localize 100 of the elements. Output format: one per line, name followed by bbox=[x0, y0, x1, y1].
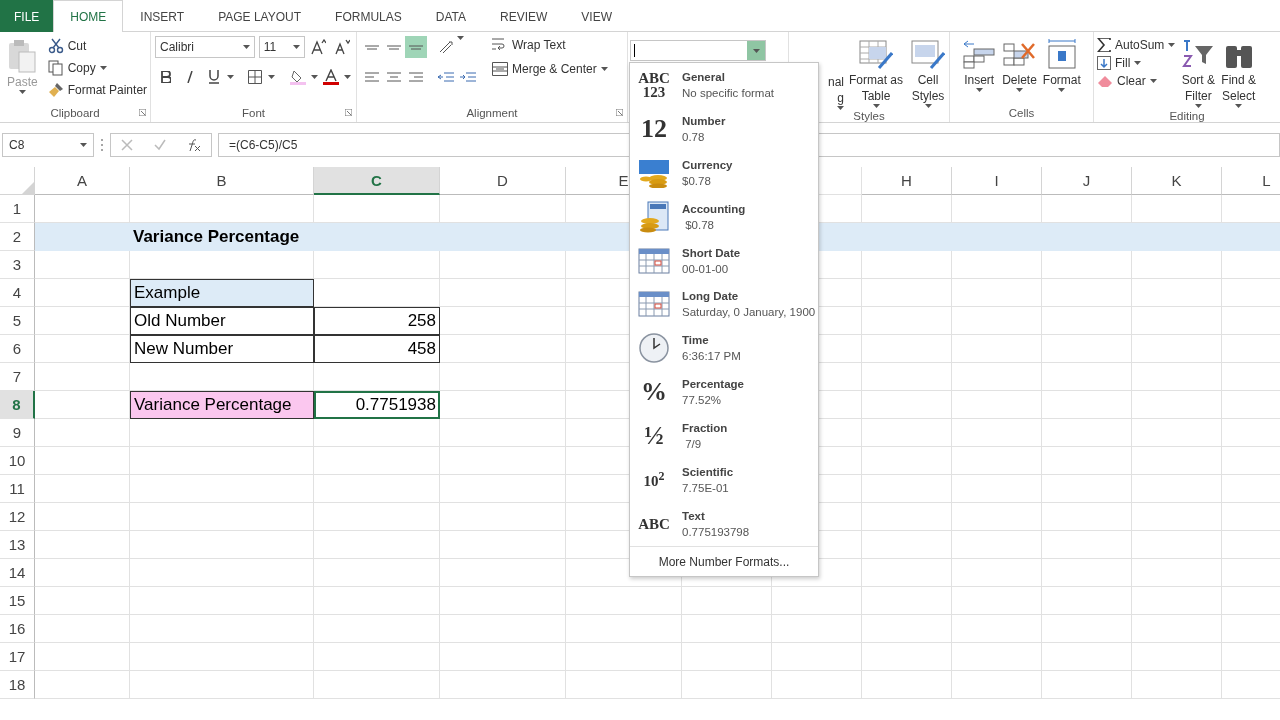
font-name-field[interactable]: Calibri bbox=[155, 36, 255, 58]
column-header[interactable]: C bbox=[314, 167, 440, 195]
menu-item[interactable]: Accounting $0.78 bbox=[630, 194, 818, 239]
menu-item[interactable]: Short Date 00-01-00 bbox=[630, 238, 818, 283]
caret-icon bbox=[1149, 79, 1157, 83]
dropdown-button[interactable] bbox=[747, 41, 765, 60]
row-header[interactable]: 10 bbox=[0, 447, 35, 475]
caret-icon bbox=[837, 106, 844, 110]
group-label: Font bbox=[151, 104, 356, 122]
menu-item[interactable]: ABC Text 0.775193798 bbox=[630, 502, 818, 546]
autosum-button[interactable]: AutoSum bbox=[1094, 36, 1179, 54]
ribbon-tab[interactable]: REVIEW bbox=[483, 0, 565, 32]
row-header[interactable]: 18 bbox=[0, 671, 35, 699]
number-format-field[interactable] bbox=[630, 40, 766, 61]
delete-button[interactable]: Delete bbox=[999, 36, 1040, 104]
row-header[interactable]: 4 bbox=[0, 279, 35, 307]
file-tab[interactable]: FILE bbox=[0, 0, 54, 32]
column-header[interactable]: J bbox=[1042, 167, 1132, 195]
row-header[interactable]: 3 bbox=[0, 251, 35, 279]
clear-button[interactable]: Clear bbox=[1094, 72, 1179, 90]
ribbon-tab[interactable]: PAGE LAYOUT bbox=[201, 0, 319, 32]
fill-button[interactable]: Fill bbox=[1094, 54, 1179, 72]
row-header[interactable]: 9 bbox=[0, 419, 35, 447]
format-symbol: ½ bbox=[643, 419, 665, 452]
group-label: Alignment bbox=[357, 104, 627, 122]
menu-item[interactable]: 10$^{2}$ Scientific 7.75E-01 bbox=[630, 458, 818, 503]
row-header[interactable]: 14 bbox=[0, 559, 35, 587]
angled-text-icon bbox=[438, 40, 454, 54]
row-header[interactable]: 13 bbox=[0, 531, 35, 559]
table-cell: Example bbox=[130, 279, 314, 307]
ribbon-tab[interactable]: FORMULAS bbox=[318, 0, 419, 32]
eraser-icon bbox=[1097, 75, 1113, 87]
table-cell: New Number bbox=[130, 335, 314, 363]
cell-styles-button[interactable]: Cell Styles bbox=[908, 36, 948, 110]
merge-cells-icon bbox=[492, 62, 508, 76]
row-header[interactable]: 11 bbox=[0, 475, 35, 503]
align-middle-icon bbox=[387, 44, 401, 50]
row-header[interactable]: 6 bbox=[0, 335, 35, 363]
bottom-align-button[interactable] bbox=[405, 36, 427, 58]
caret-icon bbox=[1194, 104, 1202, 108]
format-button[interactable]: Format bbox=[1039, 36, 1084, 104]
column-header[interactable]: A bbox=[35, 167, 130, 195]
caret-icon bbox=[268, 75, 275, 79]
format-symbol: 12 bbox=[640, 112, 668, 145]
dialog-launcher-icon bbox=[139, 109, 146, 116]
align-top-icon bbox=[365, 44, 379, 50]
cell-styles-icon bbox=[911, 38, 945, 72]
insert-button[interactable]: Insert bbox=[959, 36, 1000, 104]
column-header[interactable]: I bbox=[952, 167, 1042, 195]
ribbon-tab[interactable]: HOME bbox=[53, 0, 124, 32]
row-header[interactable]: 16 bbox=[0, 615, 35, 643]
scissors-icon bbox=[47, 38, 64, 54]
wrap-text-button[interactable]: Wrap Text bbox=[489, 36, 611, 54]
name-box[interactable]: C8 bbox=[2, 133, 94, 157]
ribbon-tab[interactable]: VIEW bbox=[564, 0, 629, 32]
format-as-table-button[interactable]: Format as Table bbox=[846, 36, 906, 110]
caret-icon bbox=[924, 104, 932, 108]
group-label: Editing bbox=[1168, 110, 1206, 122]
format-symbol: ABC 123 bbox=[637, 68, 671, 102]
row-header[interactable]: 15 bbox=[0, 587, 35, 615]
fill-down-icon bbox=[1097, 56, 1111, 70]
menu-item[interactable]: Long Date Saturday, 0 January, 1900 bbox=[630, 282, 818, 327]
row-header[interactable]: 8 bbox=[0, 391, 35, 419]
column-header[interactable]: D bbox=[440, 167, 566, 195]
find-select-button[interactable]: Find & Select bbox=[1218, 36, 1260, 110]
menu-item[interactable]: Time 6:36:17 PM bbox=[630, 326, 818, 371]
font-color-button[interactable] bbox=[320, 66, 342, 88]
outdent-icon bbox=[438, 71, 454, 83]
column-header[interactable]: H bbox=[862, 167, 952, 195]
row-header[interactable]: 12 bbox=[0, 503, 35, 531]
align-left-icon bbox=[365, 71, 379, 83]
font-grow-icon bbox=[310, 39, 327, 55]
caret-icon bbox=[344, 75, 351, 79]
format-painter-button[interactable]: Format Painter bbox=[44, 80, 151, 100]
ribbon-tab[interactable]: DATA bbox=[418, 0, 483, 32]
menu-item[interactable]: % Percentage 77.52% bbox=[630, 370, 818, 415]
column-header[interactable]: L bbox=[1222, 167, 1280, 195]
cut-button[interactable]: Cut bbox=[44, 36, 151, 56]
sort-filter-button[interactable]: Sort & Filter bbox=[1178, 36, 1219, 110]
paint-bucket-icon bbox=[290, 69, 306, 85]
row-header[interactable]: 5 bbox=[0, 307, 35, 335]
caret-icon bbox=[975, 88, 983, 92]
row-header[interactable]: 1 bbox=[0, 195, 35, 223]
cancel-icon bbox=[121, 139, 134, 151]
caret-icon bbox=[242, 45, 250, 49]
menu-item[interactable]: ½ Fraction 7/9 bbox=[630, 414, 818, 459]
ribbon-tab[interactable]: INSERT bbox=[123, 0, 202, 32]
caret-icon bbox=[600, 67, 608, 71]
align-bottom-icon bbox=[409, 44, 423, 50]
function-icon bbox=[186, 139, 201, 151]
more-formats-link[interactable]: More Number Formats... bbox=[630, 546, 818, 576]
merge-center-button[interactable]: Merge & Center bbox=[489, 60, 611, 78]
font-size-field[interactable]: 11 bbox=[258, 36, 305, 58]
row-header[interactable]: 17 bbox=[0, 643, 35, 671]
copy-button[interactable]: Copy bbox=[44, 58, 151, 78]
column-header[interactable]: K bbox=[1132, 167, 1222, 195]
caret-icon bbox=[1235, 104, 1243, 108]
group-label: Cells bbox=[1007, 106, 1036, 121]
caret-icon bbox=[872, 104, 880, 108]
insert-cells-icon bbox=[962, 38, 997, 72]
